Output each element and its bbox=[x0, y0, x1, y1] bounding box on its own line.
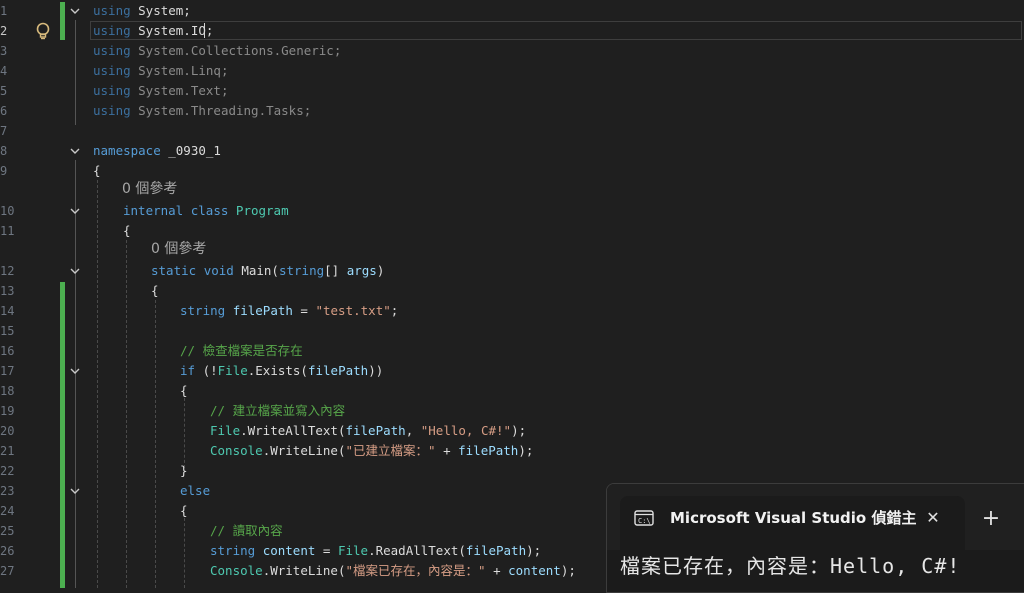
code-text: { bbox=[151, 283, 159, 298]
code-line[interactable]: 6 using System.Threading.Tasks; bbox=[0, 101, 1024, 121]
code-text: { bbox=[123, 223, 131, 238]
code-text: using System.Text; bbox=[93, 83, 229, 98]
line-number: 6 bbox=[0, 104, 8, 118]
code-text: else bbox=[180, 483, 211, 498]
line-number: 9 bbox=[0, 164, 8, 178]
line-number: 17 bbox=[0, 364, 15, 378]
code-text: } bbox=[180, 463, 188, 478]
code-text: namespace _0930_1 bbox=[93, 143, 221, 158]
code-text: using System.Threading.Tasks; bbox=[93, 103, 312, 118]
code-line[interactable]: 15 bbox=[0, 321, 1024, 341]
line-number: 2 bbox=[0, 24, 8, 38]
code-text: // 讀取內容 bbox=[210, 523, 283, 538]
line-number: 12 bbox=[0, 264, 15, 278]
line-number: 3 bbox=[0, 44, 8, 58]
svg-text:C:\: C:\ bbox=[638, 517, 651, 525]
code-text: // 建立檔案並寫入內容 bbox=[210, 403, 346, 418]
code-text: static void Main(string[] args) bbox=[151, 263, 385, 278]
chevron-down-icon[interactable] bbox=[69, 5, 81, 17]
new-tab-button[interactable]: + bbox=[977, 505, 1005, 533]
code-line[interactable]: 21 Console.WriteLine("已建立檔案：" + filePath)… bbox=[0, 441, 1024, 461]
reference-count[interactable]: 0 個參考 bbox=[151, 239, 206, 259]
chevron-down-icon[interactable] bbox=[69, 145, 81, 157]
terminal-window[interactable]: C:\ Microsoft Visual Studio 偵錯主 ✕ + 檔案已存… bbox=[606, 483, 1024, 593]
code-line[interactable]: 5 using System.Text; bbox=[0, 81, 1024, 101]
line-number: 14 bbox=[0, 304, 15, 318]
code-line[interactable]: 4 using System.Linq; bbox=[0, 61, 1024, 81]
code-line[interactable]: 16 // 檢查檔案是否存在 bbox=[0, 341, 1024, 361]
terminal-tab[interactable]: C:\ Microsoft Visual Studio 偵錯主 ✕ bbox=[620, 496, 965, 552]
terminal-output: 檔案已存在，內容是：Hello, C#! bbox=[620, 554, 961, 578]
line-number: 27 bbox=[0, 564, 15, 578]
code-text: using System.Collections.Generic; bbox=[93, 43, 342, 58]
chevron-down-icon[interactable] bbox=[69, 365, 81, 377]
code-line[interactable]: 3 using System.Collections.Generic; bbox=[0, 41, 1024, 61]
line-number: 24 bbox=[0, 504, 15, 518]
terminal-tab-title: Microsoft Visual Studio 偵錯主 bbox=[670, 509, 917, 527]
code-line[interactable]: 1 using System; bbox=[0, 1, 1024, 21]
code-text: using System.Linq; bbox=[93, 63, 229, 78]
code-text: string content = File.ReadAllText(filePa… bbox=[210, 543, 542, 558]
line-number: 11 bbox=[0, 224, 15, 238]
code-line[interactable]: 11 { bbox=[0, 221, 1024, 241]
line-number: 4 bbox=[0, 64, 8, 78]
code-text: File.WriteAllText(filePath, "Hello, C#!"… bbox=[210, 423, 527, 438]
code-line[interactable]: 14 string filePath = "test.txt"; bbox=[0, 301, 1024, 321]
line-number: 21 bbox=[0, 444, 15, 458]
code-text: using System; bbox=[93, 3, 191, 18]
line-number: 8 bbox=[0, 144, 8, 158]
code-text: { bbox=[180, 503, 188, 518]
line-number: 1 bbox=[0, 4, 8, 18]
code-text: Console.WriteLine("已建立檔案：" + filePath); bbox=[210, 443, 534, 458]
code-text: // 檢查檔案是否存在 bbox=[180, 343, 303, 358]
code-line[interactable]: 8 namespace _0930_1 bbox=[0, 141, 1024, 161]
code-line[interactable]: 22} bbox=[0, 461, 1024, 481]
line-number: 18 bbox=[0, 384, 15, 398]
code-text: using System.IO; bbox=[93, 23, 214, 38]
line-number: 16 bbox=[0, 344, 15, 358]
line-number: 23 bbox=[0, 484, 15, 498]
code-line[interactable]: 10 internal class Program bbox=[0, 201, 1024, 221]
code-line[interactable]: 9{ bbox=[0, 161, 1024, 181]
code-line[interactable]: 19 // 建立檔案並寫入內容 bbox=[0, 401, 1024, 421]
line-number: 15 bbox=[0, 324, 15, 338]
code-text: if (!File.Exists(filePath)) bbox=[180, 363, 384, 378]
line-number: 7 bbox=[0, 124, 8, 138]
console-icon: C:\ bbox=[634, 510, 654, 526]
code-text: internal class Program bbox=[123, 203, 289, 218]
line-number: 26 bbox=[0, 544, 15, 558]
code-text: string filePath = "test.txt"; bbox=[180, 303, 399, 318]
code-line[interactable]: 18 { bbox=[0, 381, 1024, 401]
code-text: { bbox=[180, 383, 188, 398]
line-number: 22 bbox=[0, 464, 15, 478]
code-line[interactable]: 13 { bbox=[0, 281, 1024, 301]
reference-count[interactable]: 0 個參考 bbox=[122, 179, 177, 199]
line-number: 13 bbox=[0, 284, 15, 298]
close-icon[interactable]: ✕ bbox=[920, 505, 946, 531]
chevron-down-icon[interactable] bbox=[69, 265, 81, 277]
line-number: 5 bbox=[0, 84, 8, 98]
line-number: 25 bbox=[0, 524, 15, 538]
code-line[interactable]: 7 bbox=[0, 121, 1024, 141]
chevron-down-icon[interactable] bbox=[69, 205, 81, 217]
code-text: Console.WriteLine("檔案已存在，內容是：" + content… bbox=[210, 563, 576, 578]
terminal-tab-bar: C:\ Microsoft Visual Studio 偵錯主 ✕ + bbox=[607, 484, 1024, 552]
line-number: 20 bbox=[0, 424, 15, 438]
code-line[interactable]: 12 static void Main(string[] args) bbox=[0, 261, 1024, 281]
chevron-down-icon[interactable] bbox=[69, 485, 81, 497]
code-text: { bbox=[93, 163, 101, 178]
code-line[interactable]: 17 if (!File.Exists(filePath)) bbox=[0, 361, 1024, 381]
line-number: 10 bbox=[0, 204, 15, 218]
code-line[interactable]: 20 File.WriteAllText(filePath, "Hello, C#… bbox=[0, 421, 1024, 441]
line-number: 19 bbox=[0, 404, 15, 418]
code-line[interactable]: 2 using System.IO; bbox=[0, 21, 1024, 41]
